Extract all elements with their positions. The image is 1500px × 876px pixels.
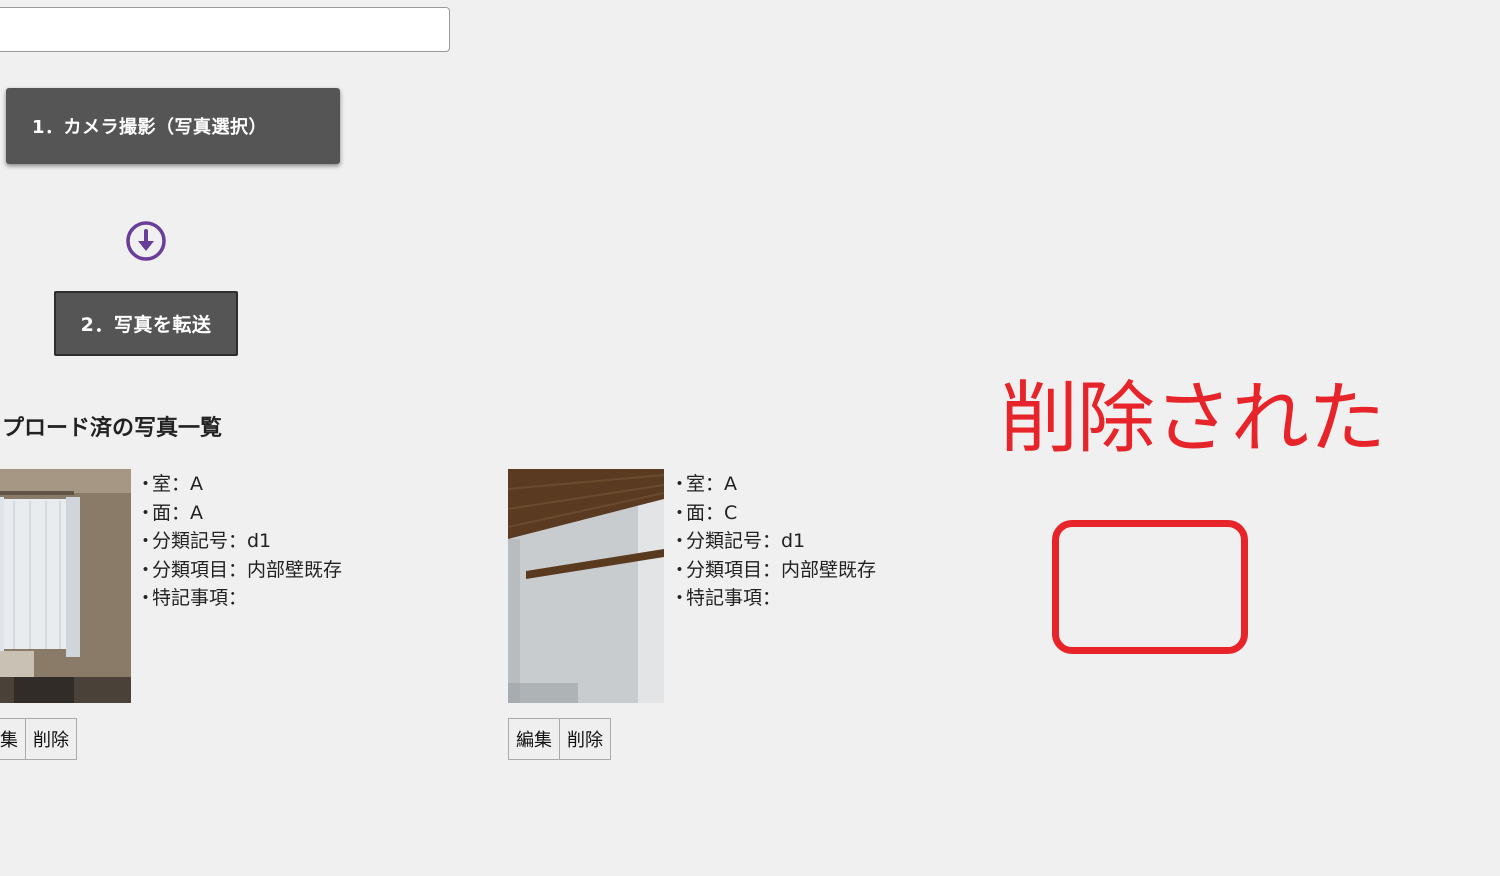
photo-notes: 特記事項： [140, 584, 342, 613]
camera-capture-button-label: 1．カメラ撮影（写真選択） [32, 117, 268, 138]
edit-button-label: 編集 [0, 730, 18, 751]
uploaded-photos-heading: アップロード済の写真一覧 [0, 416, 223, 441]
deleted-annotation-text: 削除された [1000, 374, 1386, 464]
photo-face: 面：C [674, 499, 876, 528]
photo-classification-code: 分類記号：d1 [140, 527, 342, 556]
photo-room: 室：A [140, 470, 342, 499]
edit-button-label: 編集 [516, 730, 552, 751]
transfer-photos-button[interactable]: 2．写真を転送 [54, 291, 238, 356]
photo-face: 面：A [140, 499, 342, 528]
photo-notes: 特記事項： [674, 584, 876, 613]
edit-button[interactable]: 編集 [508, 718, 560, 760]
text-input-field[interactable] [0, 7, 450, 52]
photo-classification-code: 分類記号：d1 [674, 527, 876, 556]
photo-thumbnail [0, 469, 131, 703]
delete-button[interactable]: 削除 [26, 718, 77, 760]
transfer-photos-button-label: 2．写真を転送 [80, 314, 212, 336]
delete-button-label: 削除 [33, 730, 69, 751]
delete-button[interactable]: 削除 [560, 718, 611, 760]
edit-button[interactable]: 編集 [0, 718, 26, 760]
camera-capture-button[interactable]: 1．カメラ撮影（写真選択） [6, 88, 340, 164]
arrow-down-circle-icon [125, 220, 167, 262]
photo-room: 室：A [674, 470, 876, 499]
photo-classification-item: 分類項目：内部壁既存 [140, 556, 342, 585]
photo-actions: 編集 削除 [508, 718, 611, 760]
deleted-annotation-box [1052, 520, 1248, 654]
photo-classification-item: 分類項目：内部壁既存 [674, 556, 876, 585]
delete-button-label: 削除 [567, 730, 603, 751]
photo-info-list: 室：A 面：C 分類記号：d1 分類項目：内部壁既存 特記事項： [674, 470, 876, 613]
photo-info-list: 室：A 面：A 分類記号：d1 分類項目：内部壁既存 特記事項： [140, 470, 342, 613]
photo-actions: 編集 削除 [0, 718, 77, 760]
photo-thumbnail [508, 469, 664, 703]
